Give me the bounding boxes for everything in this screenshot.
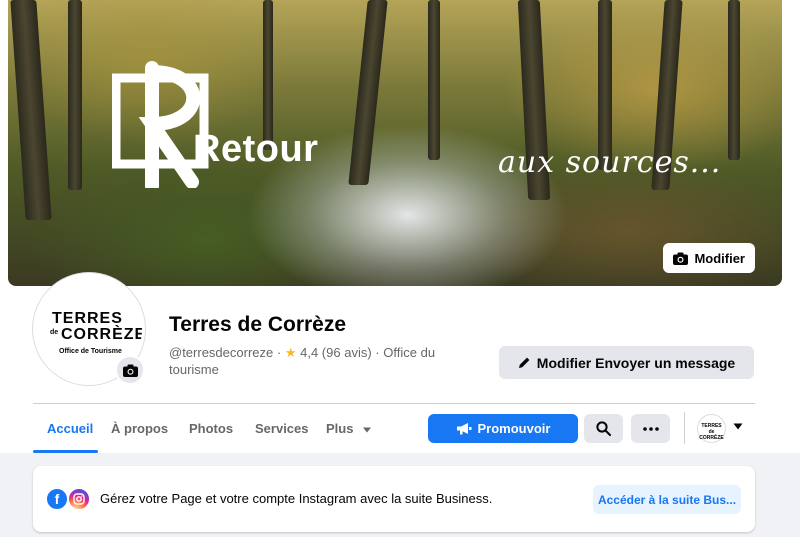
page-title: Terres de Corrèze bbox=[169, 313, 347, 336]
page-header: Retour aux sources... Modifier TERRES de… bbox=[0, 0, 800, 453]
camera-icon bbox=[122, 364, 138, 377]
star-icon: ★ bbox=[284, 345, 297, 360]
tree-trunk bbox=[68, 0, 82, 190]
tab-plus-label: Plus bbox=[326, 421, 354, 436]
tab-services[interactable]: Services bbox=[255, 421, 309, 436]
more-icon bbox=[642, 426, 659, 431]
tree-trunk bbox=[728, 0, 740, 160]
header-divider bbox=[33, 403, 755, 404]
search-icon bbox=[596, 421, 611, 436]
edit-avatar-button[interactable] bbox=[115, 355, 145, 385]
open-business-suite-button[interactable]: Accéder à la suite Bus... bbox=[593, 485, 741, 514]
business-suite-card: f Gérez votre Page et votre compte Insta… bbox=[33, 466, 755, 532]
page-handle: @terresdecorreze bbox=[169, 345, 274, 360]
search-button[interactable] bbox=[584, 414, 623, 443]
edit-send-message-button[interactable]: Modifier Envoyer un message bbox=[499, 346, 754, 379]
tab-a-propos[interactable]: À propos bbox=[111, 421, 168, 436]
pencil-icon bbox=[518, 357, 530, 368]
tree-trunk bbox=[10, 0, 52, 220]
instagram-icon bbox=[67, 487, 91, 511]
tab-photos[interactable]: Photos bbox=[189, 421, 233, 436]
tree-trunk bbox=[428, 0, 440, 160]
facebook-icon: f bbox=[45, 487, 69, 511]
avatar-logo-text: de bbox=[50, 329, 59, 336]
meta-separator: · bbox=[375, 345, 380, 360]
message-button-label: Modifier Envoyer un message bbox=[536, 354, 736, 371]
instagram-glyph-icon bbox=[73, 493, 85, 505]
tab-accueil[interactable]: Accueil bbox=[47, 421, 93, 436]
edit-cover-button[interactable]: Modifier bbox=[663, 243, 755, 273]
chevron-down-icon[interactable] bbox=[733, 423, 743, 430]
cover-subtitle: aux sources... bbox=[498, 145, 722, 180]
edit-cover-label: Modifier bbox=[694, 250, 745, 266]
avatar-logo-subtitle: Office de Tourisme bbox=[59, 348, 122, 355]
page-meta: @terresdecorreze · ★ 4,4 (96 avis) · Off… bbox=[169, 344, 469, 378]
promote-button[interactable]: Promouvoir bbox=[428, 414, 578, 443]
page-rating[interactable]: 4,4 (96 avis) bbox=[300, 345, 372, 360]
business-suite-text: Gérez votre Page et votre compte Instagr… bbox=[100, 491, 493, 506]
camera-icon bbox=[673, 252, 689, 265]
more-options-button[interactable] bbox=[631, 414, 670, 443]
avatar-logo-text: CORRÈZE bbox=[61, 326, 145, 343]
megaphone-icon bbox=[456, 423, 472, 435]
page-switcher-avatar[interactable]: TERRES de CORRÈZE bbox=[697, 414, 726, 443]
tree-trunk bbox=[348, 0, 388, 185]
meta-separator: · bbox=[276, 345, 282, 360]
actions-divider bbox=[684, 412, 685, 444]
promote-label: Promouvoir bbox=[477, 421, 551, 436]
cover-photo[interactable]: Retour aux sources... Modifier bbox=[8, 0, 782, 286]
cover-title: Retour bbox=[193, 128, 319, 170]
active-tab-indicator bbox=[33, 450, 98, 453]
tab-plus[interactable]: Plus bbox=[326, 421, 372, 436]
caret-down-icon bbox=[363, 427, 372, 433]
